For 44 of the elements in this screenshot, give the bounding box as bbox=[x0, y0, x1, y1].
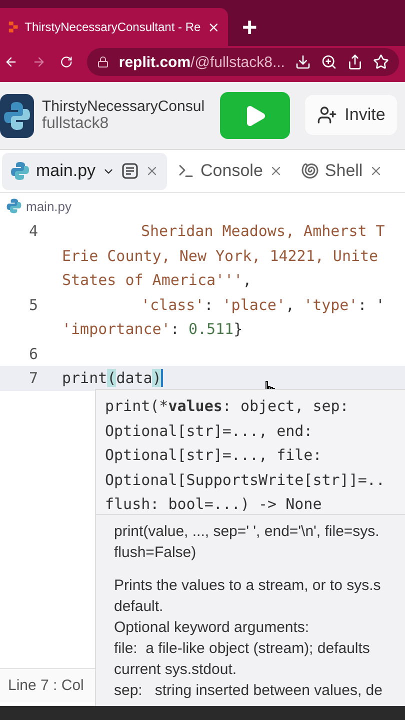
new-tab-button[interactable]: + bbox=[242, 8, 258, 46]
owner-name: fullstack8 bbox=[42, 115, 109, 133]
code-line: 'importance': 0.511} bbox=[61, 319, 244, 340]
terminal-icon bbox=[176, 162, 195, 180]
doc-signature-line: print(value, ..., sep=' ', end='\n', file=sys. bbox=[114, 522, 380, 542]
code-line: 6 bbox=[28, 344, 39, 365]
signature-line: Optional[str]=..., file: bbox=[105, 445, 323, 466]
python-logo-icon bbox=[10, 161, 30, 181]
signature-line: flush: bool=...) -> None bbox=[105, 494, 323, 515]
repl-name[interactable]: ThirstyNecessaryConsul bbox=[42, 98, 205, 115]
address-field[interactable]: replit.com/@fullstack8... bbox=[86, 48, 399, 76]
shell-icon bbox=[300, 162, 319, 180]
zoom-icon[interactable] bbox=[320, 54, 337, 70]
cursor-position: Line 7 : Col bbox=[0, 668, 95, 702]
code-line: 5 'class': 'place', 'type': ' bbox=[28, 294, 386, 316]
editor-tab[interactable]: main.py bbox=[2, 152, 167, 190]
doc-text-line: default. bbox=[114, 597, 164, 617]
invite-button[interactable]: Invite bbox=[305, 95, 397, 135]
breadcrumb[interactable]: main.py bbox=[26, 198, 72, 214]
run-button[interactable] bbox=[220, 92, 290, 139]
lock-icon bbox=[96, 56, 109, 68]
code-line: States of America''', bbox=[61, 270, 253, 292]
replit-logo-icon bbox=[8, 20, 19, 34]
doc-text-line: Optional keyword arguments: bbox=[114, 618, 310, 638]
browser-tab[interactable]: ThirstyNecessaryConsultant - Re bbox=[0, 8, 228, 46]
star-icon[interactable] bbox=[372, 54, 389, 70]
signature-line: print(*values: object, sep: bbox=[105, 396, 350, 417]
editor-tab[interactable]: Console bbox=[168, 152, 291, 190]
doc-text-line: file: a file-like object (stream); defaults bbox=[114, 639, 371, 659]
editor-tab[interactable]: Shell bbox=[292, 152, 391, 190]
code-line: 4 Sheridan Meadows, Amherst T bbox=[28, 221, 386, 242]
doc-signature-line: flush=False) bbox=[114, 543, 198, 563]
share-icon[interactable] bbox=[346, 54, 363, 70]
download-icon[interactable] bbox=[294, 54, 311, 70]
code-line: Erie County, New York, 14221, Unite bbox=[61, 246, 380, 267]
doc-text-line: Prints the values to a stream, or to sys.s bbox=[114, 576, 382, 596]
python-logo-icon bbox=[6, 198, 22, 214]
doc-text-line: current sys.stdout. bbox=[114, 660, 238, 680]
signature-line: Optional[SupportsWrite[str]]=.. bbox=[105, 470, 386, 490]
user-plus-icon bbox=[316, 105, 337, 125]
document-icon[interactable] bbox=[120, 162, 139, 180]
signature-line: Optional[str]=..., end: bbox=[105, 420, 314, 442]
python-logo-icon bbox=[0, 94, 34, 138]
doc-text-line: sep: string inserted between values, de bbox=[114, 681, 384, 701]
